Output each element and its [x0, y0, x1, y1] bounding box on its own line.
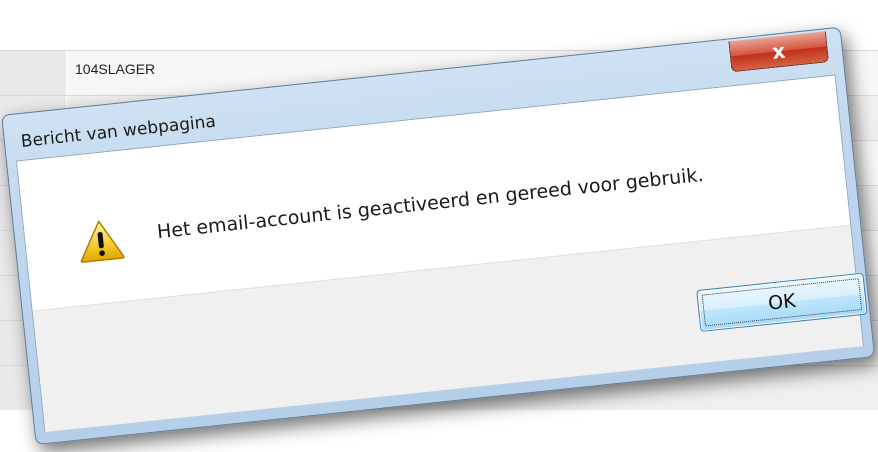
table-cell: [0, 51, 66, 95]
close-button[interactable]: x: [728, 31, 830, 73]
close-icon: x: [770, 38, 787, 64]
ok-button[interactable]: OK: [696, 272, 868, 332]
warning-icon: [80, 220, 125, 263]
row-label: 104SLAGER: [75, 61, 156, 77]
message-text: Het email-account is geactiveerd en gere…: [156, 163, 705, 244]
